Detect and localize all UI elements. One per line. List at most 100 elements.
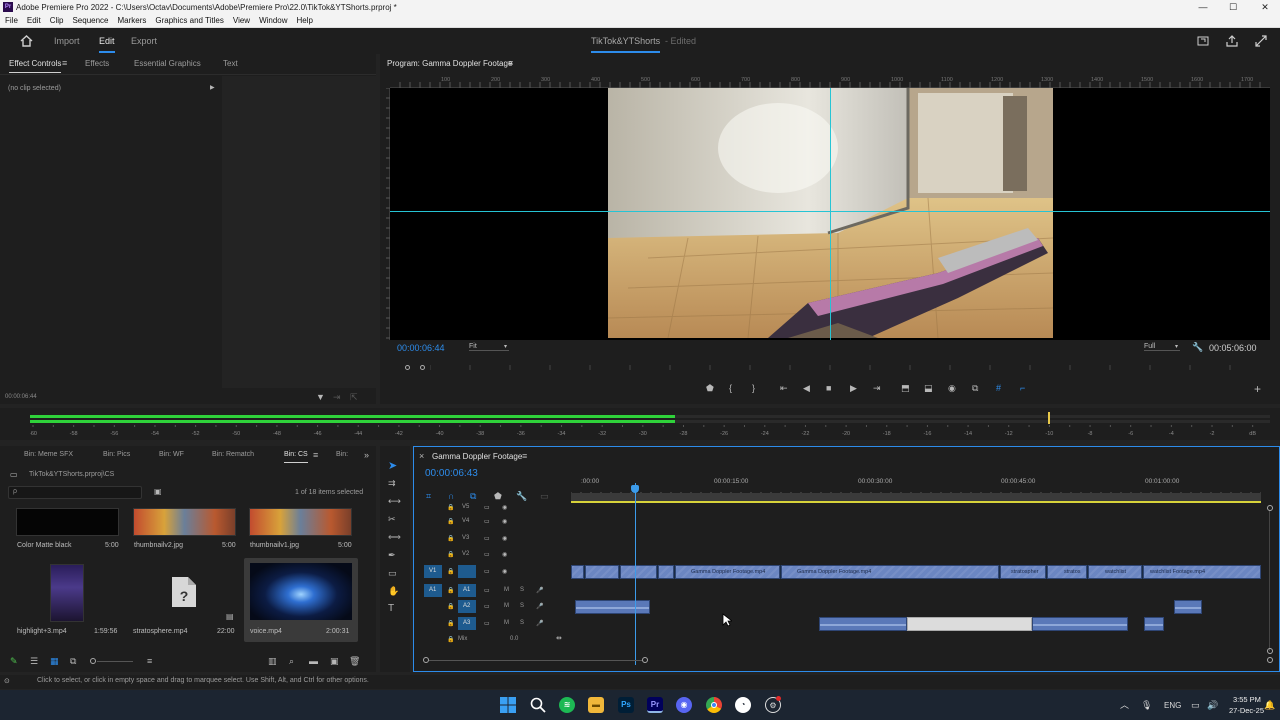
export-tab[interactable]: Export — [131, 36, 157, 46]
minimize-button[interactable]: — — [1188, 1, 1218, 13]
ripple-edit-tool-icon[interactable]: ⟷ — [388, 496, 401, 506]
stop-icon[interactable]: ■ — [826, 383, 831, 393]
sync-icon[interactable]: ▭ — [484, 619, 490, 629]
premiere-taskbar-icon[interactable]: Pr — [647, 697, 663, 713]
timeline-ruler[interactable]: :00:00 00:00:15:00 00:00:30:00 00:00:45:00 0… — [570, 469, 1262, 505]
edit-tab[interactable]: Edit — [99, 36, 115, 53]
v1-clip-stratos[interactable]: stratos — [1047, 565, 1087, 579]
vertical-zoom-handle-bottom[interactable] — [1267, 648, 1273, 654]
step-forward-icon[interactable]: ▶ — [850, 383, 857, 393]
more-tabs-icon[interactable]: » — [364, 450, 369, 460]
camera-icon[interactable]: ◉ — [948, 383, 956, 393]
tab-effect-controls[interactable]: Effect Controls — [9, 59, 62, 73]
v1-clip[interactable] — [585, 565, 619, 579]
v1-clip[interactable] — [571, 565, 584, 579]
search-icon[interactable] — [530, 697, 546, 713]
find-icon[interactable]: ⌕ — [289, 656, 294, 666]
v1-clip-watchlist[interactable]: watchlist — [1088, 565, 1142, 579]
snap-icon[interactable]: ∩ — [448, 491, 454, 501]
mute-button[interactable]: M — [504, 620, 509, 626]
sync-icon[interactable]: ▭ — [484, 503, 490, 513]
mix-nav-icon[interactable]: ⇹ — [556, 634, 562, 644]
tab-bin-cs[interactable]: Bin: CS — [284, 451, 308, 463]
bin-search-input[interactable]: ρ — [8, 486, 142, 499]
list-view-icon[interactable]: ☰ — [30, 656, 38, 666]
lock-icon[interactable]: 🔒 — [447, 534, 454, 544]
bin-thumb-color-matte[interactable] — [16, 508, 119, 536]
sync-icon[interactable]: ▭ — [484, 602, 490, 612]
tab-bin-rematch[interactable]: Bin: Rematch — [212, 451, 254, 458]
program-scrubber[interactable] — [390, 362, 1270, 372]
rectangle-tool-icon[interactable]: ▭ — [388, 568, 397, 578]
zoom-fit-select[interactable]: Fit ▾ — [469, 343, 509, 351]
microphone-icon[interactable]: 🎤 — [536, 619, 543, 629]
timeline-settings-icon[interactable]: 🔧 — [516, 491, 527, 501]
a2-audio-clip[interactable] — [575, 600, 650, 614]
microphone-icon[interactable]: 🎤 — [536, 602, 543, 612]
home-icon[interactable] — [20, 35, 33, 47]
new-item-icon[interactable]: ▣ — [330, 656, 339, 666]
horizontal-scrollbar[interactable] — [429, 660, 642, 661]
tab-bin-meme-sfx[interactable]: Bin: Meme SFX — [24, 451, 73, 458]
lock-icon[interactable]: 🔒 — [447, 567, 454, 577]
vertical-zoom-handle-top[interactable] — [1267, 505, 1273, 511]
selection-tool-icon[interactable]: ➤ — [388, 461, 397, 472]
tray-chevron-icon[interactable]: ︿ — [1120, 700, 1129, 710]
v1-clip-gamma-2[interactable]: Gamma Doppler Footage.mp4 — [781, 565, 999, 579]
tab-bin-pics[interactable]: Bin: Pics — [103, 451, 130, 458]
volume-icon[interactable]: 🔊 — [1207, 700, 1218, 710]
playhead-handle[interactable] — [631, 485, 639, 493]
button-editor-plus-icon[interactable]: + — [1254, 383, 1261, 395]
eye-icon[interactable]: ◉ — [502, 534, 507, 544]
v1-clip-stratospher[interactable]: stratospher — [1000, 565, 1046, 579]
type-tool-icon[interactable]: T — [388, 604, 394, 614]
slip-tool-icon[interactable]: ⟺ — [388, 532, 401, 542]
expand-arrow-icon[interactable]: ▶ — [210, 83, 215, 93]
clock-time[interactable]: 3:55 PM — [1233, 695, 1261, 704]
sort-icon[interactable]: ≡ — [147, 656, 152, 666]
zoom-handle-left[interactable] — [405, 365, 410, 370]
network-icon[interactable]: ▭ — [1191, 700, 1200, 710]
solo-button[interactable]: S — [520, 620, 524, 626]
eye-icon[interactable]: ◉ — [502, 550, 507, 560]
new-bin-footer-icon[interactable]: ▬ — [309, 656, 318, 666]
step-back-icon[interactable]: ◀ — [803, 383, 810, 393]
v1-clip[interactable] — [658, 565, 674, 579]
program-viewer[interactable] — [390, 88, 1270, 340]
tab-text[interactable]: Text — [223, 59, 238, 68]
mark-out-icon[interactable]: } — [752, 383, 755, 393]
hand-tool-icon[interactable]: ✋ — [388, 586, 399, 596]
mute-button[interactable]: M — [504, 603, 509, 609]
solo-button[interactable]: S — [520, 603, 524, 609]
linked-selection-icon[interactable]: ⧉ — [470, 491, 476, 501]
razor-tool-icon[interactable]: ✂ — [388, 514, 396, 524]
horizontal-zoom-handle-right[interactable] — [642, 657, 648, 663]
language-indicator[interactable]: ENG — [1164, 701, 1181, 710]
close-sequence-icon[interactable]: × — [419, 451, 424, 461]
filter-icon[interactable]: ▼ — [316, 392, 325, 402]
freeform-view-icon[interactable]: ⧉ — [70, 656, 76, 666]
eye-icon[interactable]: ◉ — [502, 503, 507, 513]
timeline-menu-icon[interactable]: ≡ — [522, 451, 527, 461]
a3-audio-clip-selected[interactable] — [907, 617, 1032, 631]
clock-date[interactable]: 27-Dec-25 — [1229, 706, 1264, 715]
lock-icon[interactable]: 🔒 — [447, 602, 454, 612]
sync-icon[interactable]: ▭ — [484, 550, 490, 560]
spotify-icon[interactable]: ≋ — [559, 697, 575, 713]
track-lanes[interactable]: Gamma Doppler Footage.mp4 Gamma Doppler … — [571, 503, 1261, 653]
photoshop-icon[interactable]: Ps — [618, 697, 634, 713]
automate-to-sequence-icon[interactable]: ▥ — [268, 656, 277, 666]
add-marker-timeline-icon[interactable]: ⬟ — [494, 491, 502, 501]
keyframe-area[interactable] — [222, 76, 376, 388]
panel-menu-icon[interactable]: ≡ — [62, 58, 67, 68]
clock-app-icon[interactable]: ◔ — [735, 697, 751, 713]
new-bin-icon[interactable]: ▣ — [154, 487, 162, 497]
lock-icon[interactable]: 🔒 — [447, 635, 454, 645]
notification-bell-icon[interactable]: 🔔 — [1264, 700, 1275, 710]
sync-icon[interactable]: ▭ — [484, 567, 490, 577]
menu-sequence[interactable]: Sequence — [67, 14, 112, 25]
menu-graphics-and-titles[interactable]: Graphics and Titles — [150, 14, 227, 25]
menu-window[interactable]: Window — [254, 14, 291, 25]
menu-markers[interactable]: Markers — [113, 14, 151, 25]
sync-icon[interactable]: ▭ — [484, 586, 490, 596]
